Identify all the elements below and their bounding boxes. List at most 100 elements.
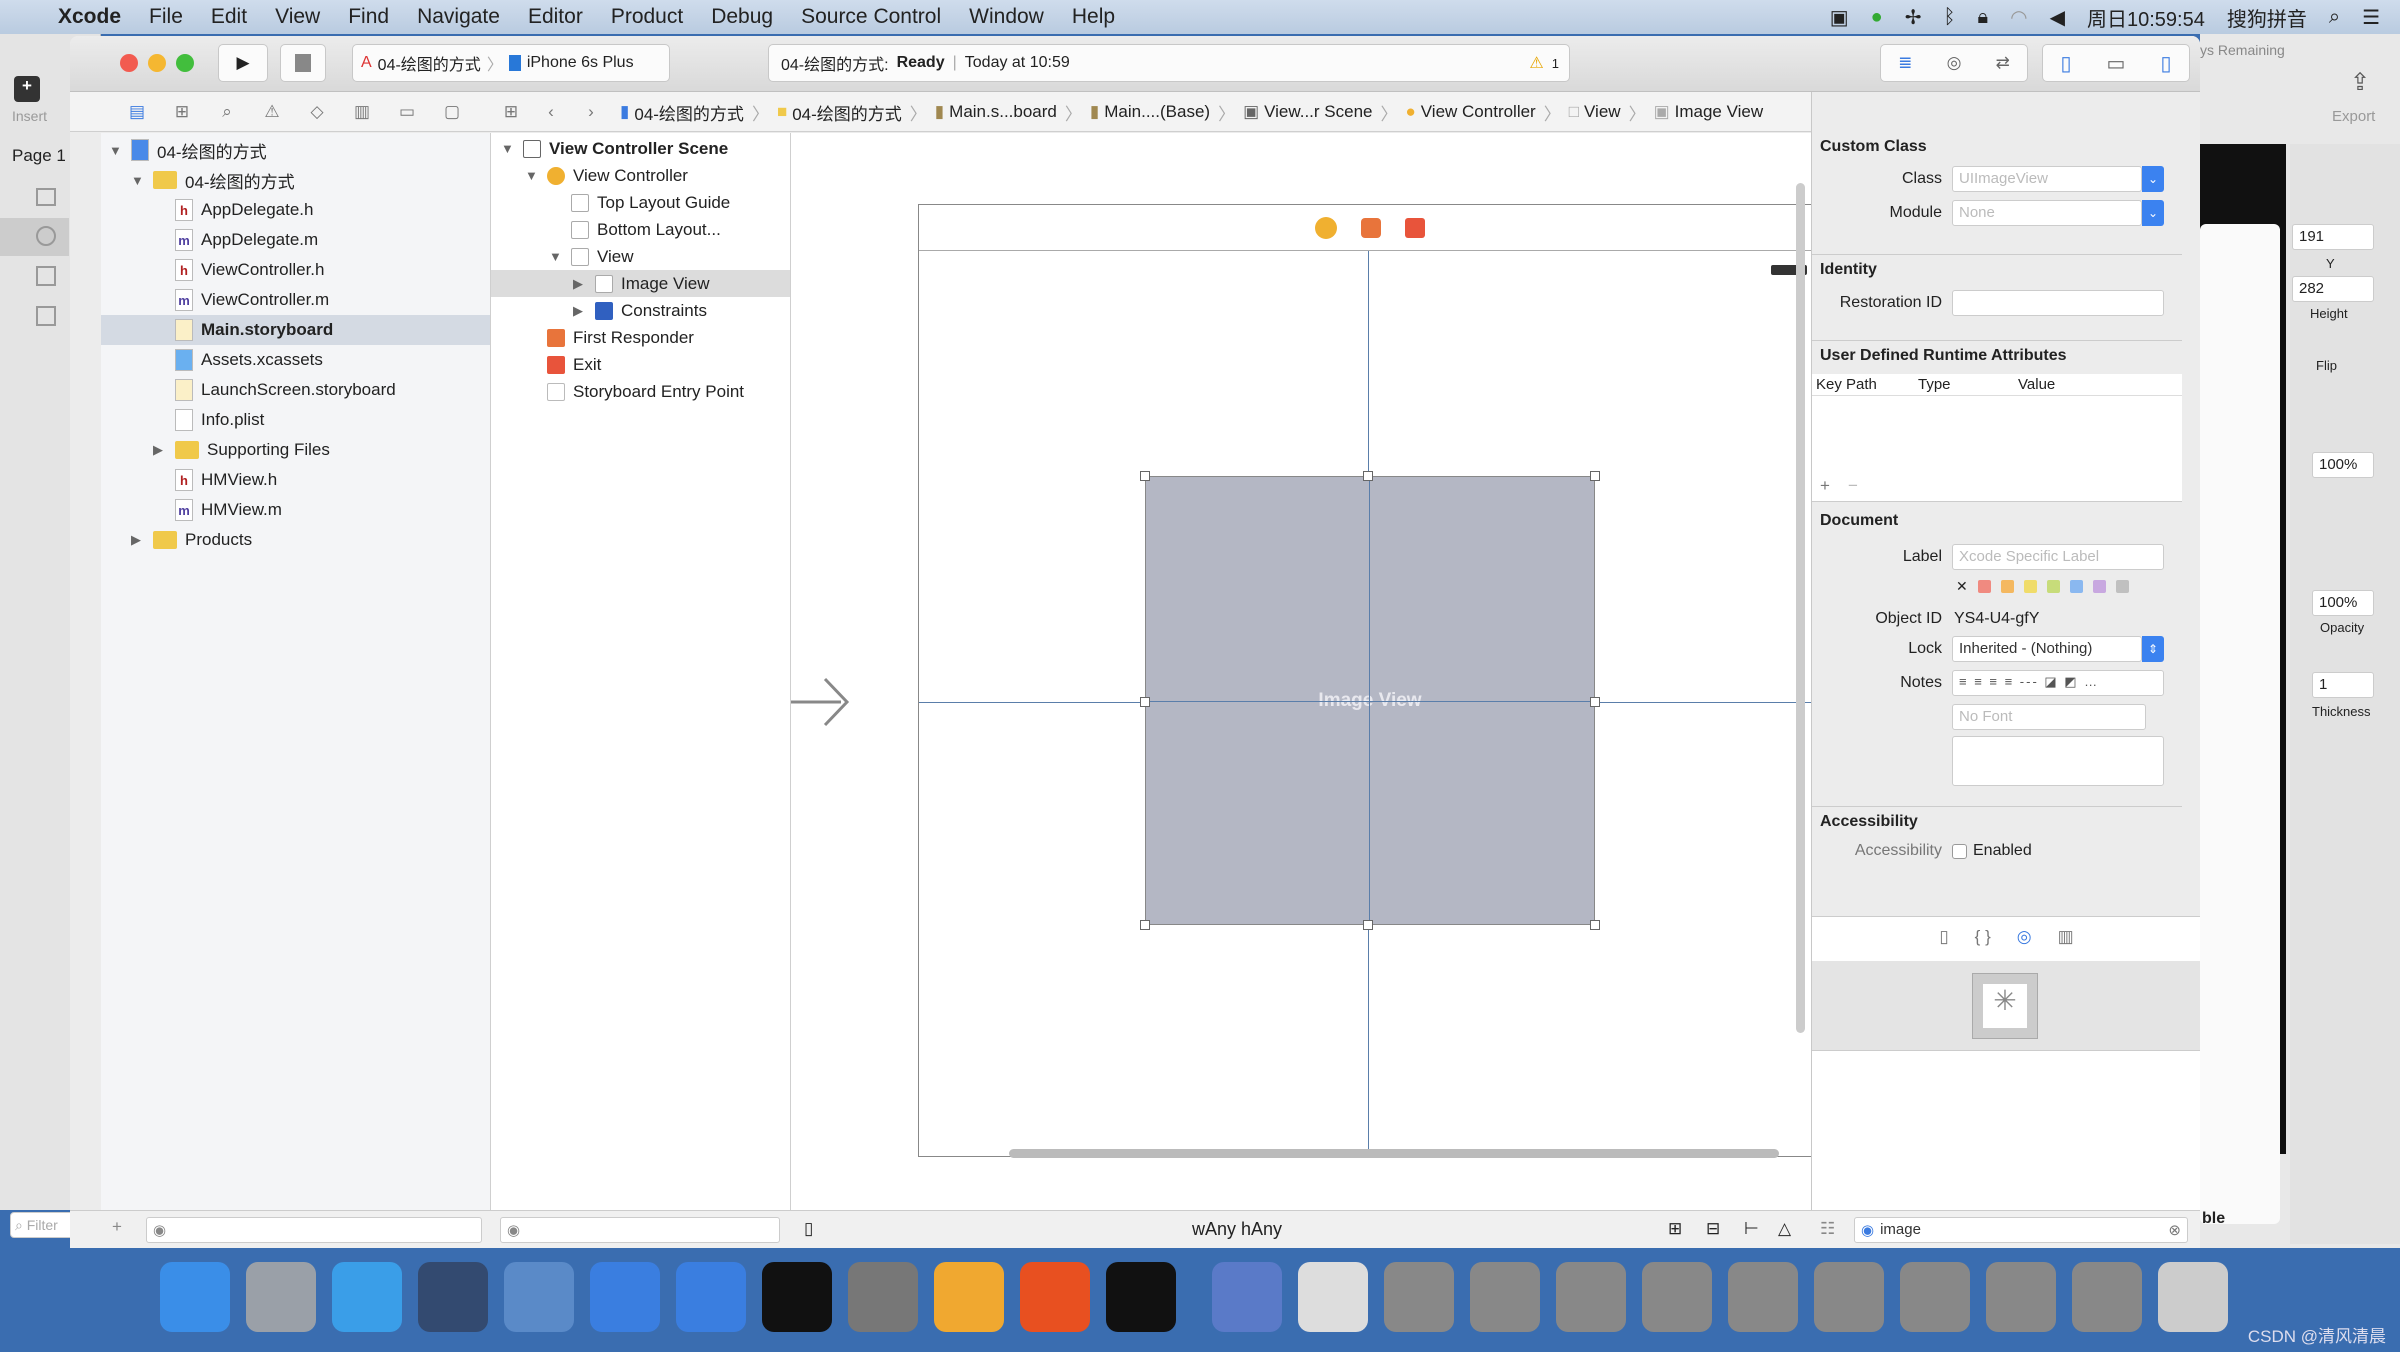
breadcrumb-item[interactable]: ▮ 04-绘图的方式 bbox=[620, 100, 744, 125]
label-field[interactable]: Xcode Specific Label bbox=[1952, 544, 2164, 570]
code-snippet-library-icon[interactable]: { } bbox=[1975, 927, 1991, 947]
assistant-editor-icon[interactable]: ◎ bbox=[1947, 53, 1962, 73]
first-responder-icon[interactable] bbox=[1360, 217, 1381, 238]
resize-handle[interactable] bbox=[1590, 920, 1600, 930]
breadcrumb-item[interactable]: ▮ Main....(Base) bbox=[1090, 102, 1210, 122]
lock-popup[interactable]: Inherited - (Nothing) bbox=[1952, 636, 2142, 662]
outline-toggle-icon[interactable]: ▯ bbox=[804, 1219, 813, 1239]
outline-filter-field[interactable]: ◉ bbox=[500, 1217, 780, 1243]
menu-debug[interactable]: Debug bbox=[711, 5, 773, 29]
standard-editor-icon[interactable]: ≣ bbox=[1898, 53, 1912, 73]
window-dock-icon[interactable] bbox=[1470, 1262, 1540, 1332]
screen-record-icon[interactable]: ▣ bbox=[1830, 5, 1849, 30]
class-dropdown[interactable]: ⌄ bbox=[2142, 166, 2164, 192]
finder-dock-icon[interactable] bbox=[160, 1262, 230, 1332]
resize-handle[interactable] bbox=[1363, 471, 1373, 481]
view-controller-scene[interactable]: Image View bbox=[918, 204, 1821, 1157]
disclosure-triangle[interactable]: ▼ bbox=[501, 141, 515, 156]
back-icon[interactable]: ‹ bbox=[540, 102, 562, 122]
runtime-attributes-table[interactable]: Key Path Type Value + − bbox=[1812, 374, 2182, 502]
window-dock-icon[interactable] bbox=[1556, 1262, 1626, 1332]
navigator-item[interactable]: m ViewController.m bbox=[101, 285, 490, 315]
outline-item[interactable]: ▶ Image View bbox=[491, 270, 790, 297]
window-dock-icon[interactable] bbox=[2072, 1262, 2142, 1332]
warning-count[interactable]: 1 bbox=[1552, 56, 1559, 71]
launchpad-dock-icon[interactable] bbox=[246, 1262, 316, 1332]
library-view-toggle-icon[interactable]: ☷ bbox=[1820, 1219, 1835, 1239]
menu-find[interactable]: Find bbox=[348, 5, 389, 29]
lock-icon[interactable]: 🔒︎ bbox=[1978, 6, 1989, 29]
symbol-navigator-icon[interactable]: ⊞ bbox=[171, 102, 193, 122]
resize-handle[interactable] bbox=[1140, 697, 1150, 707]
app-status-icon[interactable]: ● bbox=[1871, 6, 1883, 29]
exec-dock-icon[interactable] bbox=[1106, 1262, 1176, 1332]
label-color-swatch[interactable] bbox=[2000, 580, 2014, 593]
run-button[interactable]: ▶ bbox=[218, 44, 268, 82]
navigator-item[interactable]: m AppDelegate.m bbox=[101, 225, 490, 255]
breakpoint-navigator-icon[interactable]: ▭ bbox=[396, 102, 418, 122]
shape-icon[interactable] bbox=[36, 188, 56, 206]
breadcrumb-item[interactable]: ■ 04-绘图的方式 bbox=[777, 100, 902, 125]
export-label[interactable]: Export bbox=[2332, 108, 2375, 125]
navigator-item[interactable]: h HMView.h bbox=[101, 465, 490, 495]
disclosure-triangle[interactable]: ▼ bbox=[525, 168, 539, 183]
percent-field[interactable]: 100% bbox=[2312, 452, 2374, 478]
opacity-field[interactable]: 100% bbox=[2312, 590, 2374, 616]
disclosure-triangle[interactable]: ▶ bbox=[573, 276, 587, 292]
test-navigator-icon[interactable]: ◇ bbox=[306, 102, 328, 122]
menu-window[interactable]: Window bbox=[969, 5, 1044, 29]
navigator-item[interactable]: ▶ Supporting Files bbox=[101, 435, 490, 465]
disclosure-triangle[interactable]: ▶ bbox=[153, 442, 167, 458]
navigator-item[interactable]: h AppDelegate.h bbox=[101, 195, 490, 225]
navigator-item[interactable]: ▶ Products bbox=[101, 525, 490, 555]
resize-handle[interactable] bbox=[1590, 697, 1600, 707]
exit-icon[interactable] bbox=[1404, 217, 1425, 238]
stop-button[interactable] bbox=[280, 44, 326, 82]
outline-item[interactable]: ▼ View Controller bbox=[491, 162, 790, 189]
sketch-dock-icon[interactable] bbox=[934, 1262, 1004, 1332]
navigator-filter-field[interactable]: ◉ bbox=[146, 1217, 482, 1243]
navigator-item[interactable]: h ViewController.h bbox=[101, 255, 490, 285]
issue-navigator-icon[interactable]: ⚠ bbox=[261, 102, 283, 122]
module-dropdown[interactable]: ⌄ bbox=[2142, 200, 2164, 226]
breadcrumb-item[interactable]: ▣ View...r Scene bbox=[1243, 102, 1372, 122]
file-template-library-icon[interactable]: ▯ bbox=[1939, 927, 1948, 947]
resize-handle[interactable] bbox=[1363, 920, 1373, 930]
report-navigator-icon[interactable]: ▢ bbox=[441, 102, 463, 122]
circle-icon[interactable] bbox=[0, 218, 69, 256]
lock-popup-arrows[interactable]: ⇕ bbox=[2142, 636, 2164, 662]
menu-navigate[interactable]: Navigate bbox=[417, 5, 500, 29]
remove-attribute-button[interactable]: − bbox=[1848, 476, 1858, 496]
powerpoint-dock-icon[interactable] bbox=[1020, 1262, 1090, 1332]
menu-editor[interactable]: Editor bbox=[528, 5, 583, 29]
preview-dock-icon[interactable] bbox=[1298, 1262, 1368, 1332]
clear-search-icon[interactable]: ⊗ bbox=[2168, 1221, 2181, 1239]
disclosure-triangle[interactable]: ▼ bbox=[549, 249, 563, 264]
utilities-toggle-icon[interactable]: ▯ bbox=[2160, 51, 2171, 76]
outline-item[interactable]: First Responder bbox=[491, 324, 790, 351]
disclosure-triangle[interactable]: ▼ bbox=[109, 143, 123, 158]
menu-app[interactable]: Xcode bbox=[58, 5, 121, 29]
window-dock-icon[interactable] bbox=[1814, 1262, 1884, 1332]
volume-icon[interactable]: ◀ bbox=[2050, 5, 2065, 30]
safari-dock-icon[interactable] bbox=[332, 1262, 402, 1332]
debug-area-toggle-icon[interactable]: ▭ bbox=[2107, 51, 2126, 76]
navigator-item[interactable]: ▼ 04-绘图的方式 bbox=[101, 135, 490, 165]
breadcrumb-item[interactable]: ▮ Main.s...board bbox=[935, 102, 1057, 122]
label-color-swatch[interactable] bbox=[2092, 580, 2106, 593]
mouse-dock-icon[interactable] bbox=[418, 1262, 488, 1332]
size-class-control[interactable]: wAny hAny bbox=[1192, 1219, 1282, 1240]
terminal-dock-icon[interactable] bbox=[762, 1262, 832, 1332]
fan-icon[interactable]: ✢ bbox=[1905, 5, 1922, 30]
pin-icon[interactable]: ⊢ bbox=[1744, 1219, 1759, 1239]
menu-help[interactable]: Help bbox=[1072, 5, 1115, 29]
object-library-icon[interactable]: ◎ bbox=[2017, 927, 2032, 947]
breadcrumb-item[interactable]: ● View Controller bbox=[1405, 102, 1535, 122]
align-icon[interactable]: ⊟ bbox=[1706, 1219, 1720, 1239]
module-field[interactable]: None bbox=[1952, 200, 2142, 226]
thickness-field[interactable]: 1 bbox=[2312, 672, 2374, 698]
disclosure-triangle[interactable]: ▼ bbox=[131, 173, 145, 188]
media-library-icon[interactable]: ▥ bbox=[2058, 927, 2074, 947]
instruments-dock-icon[interactable] bbox=[676, 1262, 746, 1332]
close-button[interactable] bbox=[120, 54, 138, 72]
